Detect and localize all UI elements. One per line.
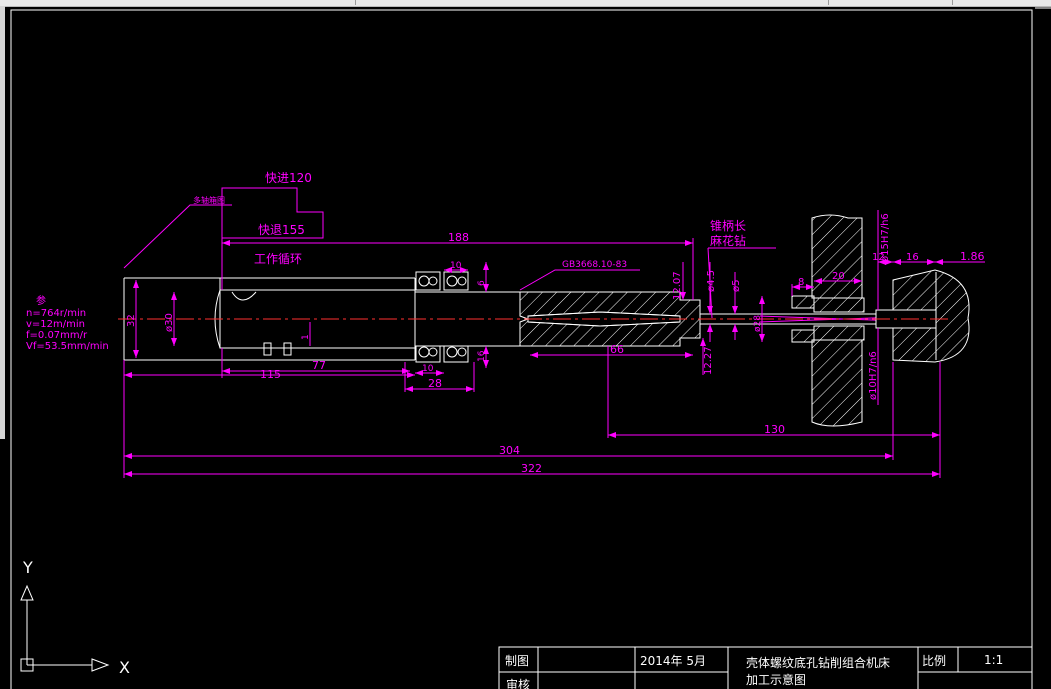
dim-12-27: 12.27 [703,346,714,375]
drawn-by-label: 制图 [505,654,529,668]
dim-1-86: 1.86 [960,250,985,263]
drawing-title-line1: 壳体螺纹底孔钻削组合机床 [746,655,890,670]
checked-by-label: 审核 [506,677,530,689]
tool-label-line2: 麻花钻 [710,233,746,248]
dim-1: 1 [301,334,311,340]
tool-label: 锥柄长 麻花钻 [707,219,776,319]
dim-115: 115 [260,368,281,381]
dim-6: 6 [477,280,487,286]
spindle-box-label: 多轴箱图 [193,195,225,205]
spindle-assembly [123,271,520,363]
dim-304: 304 [499,444,520,457]
fast-forward-label: 快进120 [265,171,312,185]
standard-label: GB3668.10-83 [562,260,627,270]
cad-drawing-canvas[interactable]: 参 n=764r/min v=12m/min f=0.07mm/r Vf=53.… [0,0,1051,689]
dim-322: 322 [521,462,542,475]
param-line: v=12m/min [26,319,85,330]
dim-8: 8 [798,277,804,288]
dim-dia-5: ø5 [731,280,742,292]
dim-dia-4-5: ø4.5 [706,270,717,292]
dim-66: 66 [610,343,624,356]
dim-16-side: 16 [477,350,487,362]
dim-130: 130 [764,423,785,436]
dim-28: 28 [428,377,442,390]
param-line: f=0.07mm/r [26,330,88,341]
fit-top: ø15H7/h6 [880,213,891,262]
fast-return-label: 快退155 [258,223,305,237]
workpiece [875,269,970,363]
dim-16: 16 [906,252,919,263]
param-line: Vf=53.5mm/min [26,341,109,352]
work-cycle-label: 工作循环 [254,252,302,266]
work-cycle-diagram: 快进120 快退155 工作循环 [221,171,324,266]
params-title: 参 [36,294,46,307]
ucs-y-label: Y [22,558,33,577]
dim-32: 32 [126,314,137,327]
fit-bottom: ø10H7/n6 [868,351,879,400]
dim-dia-30: ø30 [164,313,175,332]
dim-10-bottom: 10 [422,364,434,374]
dim-188: 188 [448,231,469,244]
standard-leader: GB3668.10-83 [519,260,640,291]
dim-12-07: 12.07 [672,271,683,300]
drawing-title-line2: 加工示意图 [746,672,806,687]
dim-20: 20 [832,271,845,282]
param-line: n=764r/min [26,308,86,319]
spindle-box-leader: 多轴箱图 [123,195,232,269]
title-block-text: 制图 2014年 5月 壳体螺纹底孔钻削组合机床 加工示意图 比例 1:1 审核 [505,653,1003,689]
dim-77: 77 [312,359,326,372]
drawing-date: 2014年 5月 [640,654,706,668]
ucs-x-label: X [119,658,130,677]
tool-label-line1: 锥柄长 [710,219,746,233]
dim-10-top: 10 [450,261,462,271]
scale-value: 1:1 [984,653,1003,667]
dim-dia-28: ø28 [753,315,763,332]
cutting-parameters: 参 n=764r/min v=12m/min f=0.07mm/r Vf=53.… [26,294,109,352]
ucs-icon: Y X [20,558,130,677]
scale-label: 比例 [922,654,946,668]
